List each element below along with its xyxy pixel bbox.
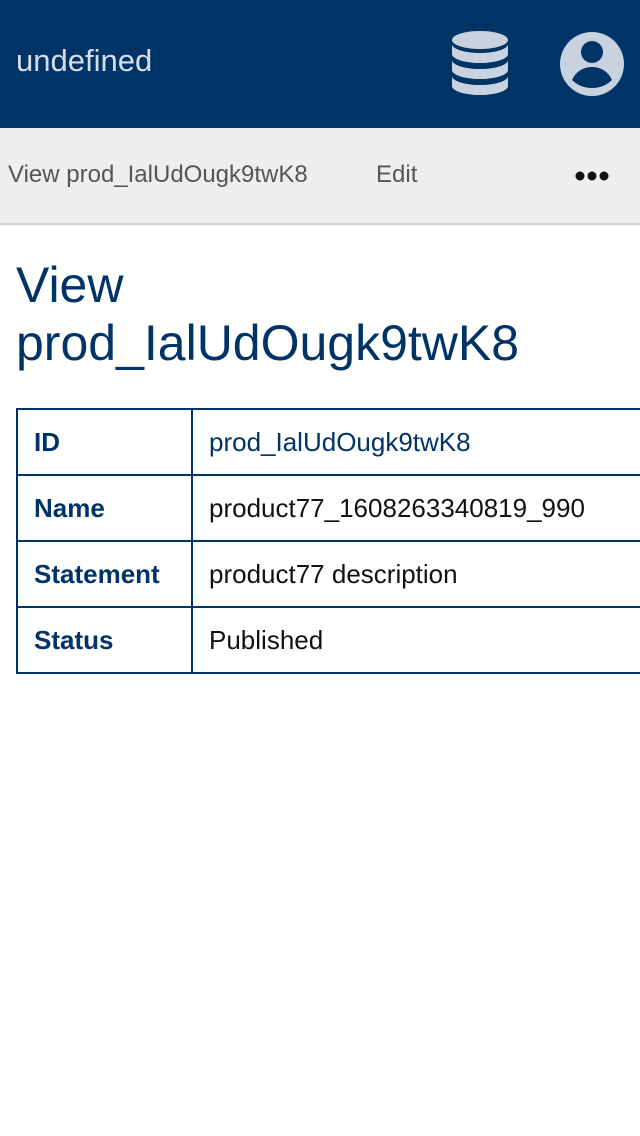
more-options-button[interactable] bbox=[572, 164, 612, 188]
subnav-view-link[interactable]: View prod_IalUdOugk9twK8 bbox=[8, 160, 308, 190]
database-icon bbox=[452, 31, 508, 95]
table-row: ID prod_IalUdOugk9twK8 bbox=[16, 408, 640, 476]
top-app-bar: undefined bbox=[0, 0, 640, 128]
row-value-name: product77_1608263340819_990 bbox=[191, 474, 640, 542]
app-title: undefined bbox=[16, 43, 153, 78]
sub-navigation: View prod_IalUdOugk9twK8 Edit bbox=[0, 128, 640, 225]
more-horizontal-icon bbox=[575, 171, 609, 181]
row-key-id: ID bbox=[16, 408, 193, 476]
row-value-status: Published bbox=[191, 606, 640, 674]
table-row: Name product77_1608263340819_990 bbox=[16, 474, 640, 542]
product-id-link[interactable]: prod_IalUdOugk9twK8 bbox=[209, 427, 471, 457]
subnav-edit-link[interactable]: Edit bbox=[376, 160, 417, 190]
row-value-id: prod_IalUdOugk9twK8 bbox=[191, 408, 640, 476]
row-key-statement: Statement bbox=[16, 540, 193, 608]
table-row: Statement product77 description bbox=[16, 540, 640, 608]
database-button[interactable] bbox=[448, 30, 512, 98]
details-table: ID prod_IalUdOugk9twK8 Name product77_16… bbox=[16, 408, 640, 674]
row-value-statement: product77 description bbox=[191, 540, 640, 608]
user-circle-icon bbox=[560, 32, 624, 96]
row-key-name: Name bbox=[16, 474, 193, 542]
user-account-button[interactable] bbox=[558, 30, 626, 98]
row-key-status: Status bbox=[16, 606, 193, 674]
table-row: Status Published bbox=[16, 606, 640, 674]
page-title: View prod_IalUdOugk9twK8 bbox=[16, 257, 520, 371]
